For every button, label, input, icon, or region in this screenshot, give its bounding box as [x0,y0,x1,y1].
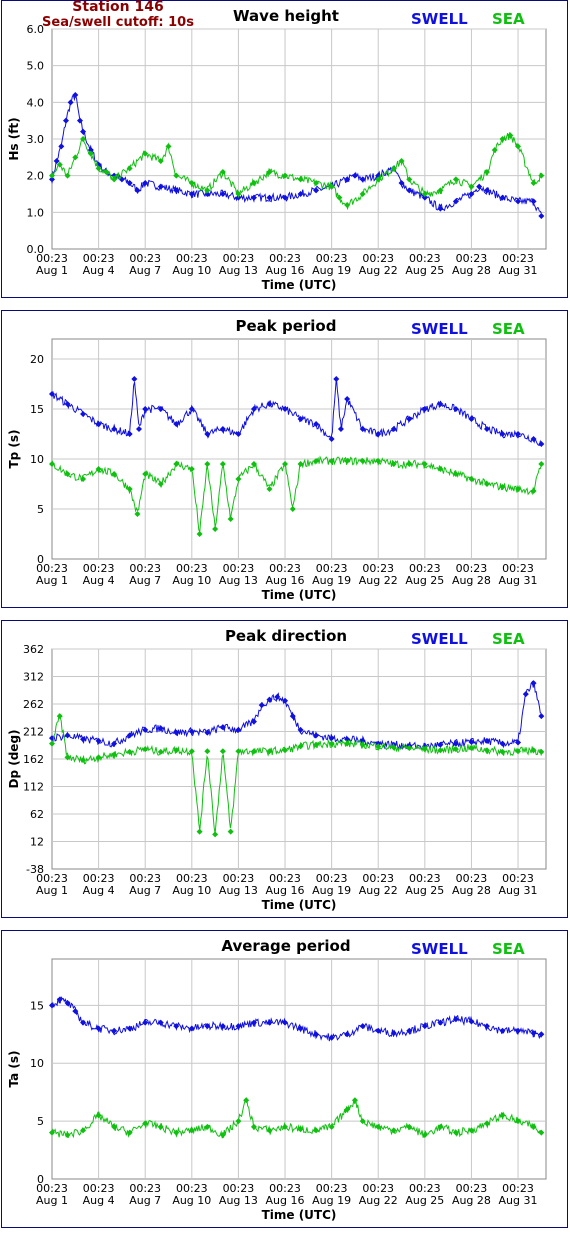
legend-swell: SWELL [411,320,468,338]
y-tick-label: 5 [37,1115,44,1128]
legend-sea: SEA [492,940,525,958]
chart-title: Average period [221,937,350,955]
x-tick-date: Aug 16 [266,264,305,277]
y-tick-label: 162 [23,753,44,766]
x-tick-date: Aug 4 [83,574,115,587]
y-tick-label: 0 [37,1173,44,1186]
chart-title: Peak period [236,317,337,335]
x-axis-label: Time (UTC) [262,1208,337,1222]
x-tick-date: Aug 22 [359,1194,398,1207]
y-tick-label: 362 [23,643,44,656]
x-tick-date: Aug 25 [405,1194,444,1207]
legend-sea: SEA [492,320,525,338]
x-tick-date: Aug 16 [266,574,305,587]
x-tick-date: Aug 22 [359,264,398,277]
y-axis-label: Tp (s) [7,429,21,468]
x-tick-date: Aug 13 [219,884,258,897]
y-tick-label: 212 [23,726,44,739]
legend-swell: SWELL [411,630,468,648]
chart-peak-period: 00:23Aug 100:23Aug 400:23Aug 700:23Aug 1… [7,317,547,602]
x-tick-date: Aug 28 [452,884,491,897]
y-tick-label: 5 [37,503,44,516]
panel-peak-period: 00:23 Aug 1 00:23 Aug 4 00:23 Aug 7 00:23 Aug 1… [1,310,568,608]
x-tick-date: Aug 10 [172,264,211,277]
chart-average-period: 00:23Aug 100:23Aug 400:23Aug 700:23Aug 1… [7,937,547,1222]
x-tick-date: Aug 25 [405,574,444,587]
chart-peak-direction: 00:23Aug 100:23Aug 400:23Aug 700:23Aug 1… [7,627,547,912]
x-tick-date: Aug 19 [312,884,351,897]
x-tick-date: Aug 13 [219,1194,258,1207]
x-axis-label: Time (UTC) [262,898,337,912]
y-tick-label: 0 [37,553,44,566]
x-tick-date: Aug 28 [452,574,491,587]
x-axis-label: Time (UTC) [262,588,337,602]
x-tick-date: Aug 22 [359,574,398,587]
x-tick-date: Aug 4 [83,1194,115,1207]
x-tick-date: Aug 10 [172,884,211,897]
y-tick-label: 4.0 [27,96,45,109]
x-tick-date: Aug 7 [129,1194,161,1207]
y-tick-label: -38 [26,863,44,876]
y-tick-label: 5.0 [27,60,45,73]
chart-title: Peak direction [225,627,347,645]
cutoff-label: Sea/swell cutoff: 10s [42,15,194,30]
chart-wave-height: 00:23Aug 100:23Aug 400:23Aug 700:23Aug 1… [7,7,547,292]
legend-swell: SWELL [411,10,468,28]
y-tick-label: 10 [30,1057,44,1070]
x-tick-date: Aug 31 [499,884,538,897]
x-tick-date: Aug 13 [219,574,258,587]
x-tick-date: Aug 19 [312,1194,351,1207]
legend-swell: SWELL [411,940,468,958]
x-tick-date: Aug 25 [405,884,444,897]
x-tick-date: Aug 1 [36,1194,68,1207]
x-tick-date: Aug 7 [129,264,161,277]
station-title: Station 146 [72,0,164,15]
y-tick-label: 20 [30,353,44,366]
x-tick-date: Aug 31 [499,1194,538,1207]
panel-average-period: 00:23 Aug 1 00:23 Aug 4 00:23 Aug 7 00:23 Aug 1… [1,930,568,1228]
chart-title: Wave height [233,7,339,25]
x-tick-date: Aug 10 [172,574,211,587]
y-axis-label: Hs (ft) [7,117,21,160]
legend-sea: SEA [492,10,525,28]
y-tick-label: 312 [23,671,44,684]
y-axis-label: Ta (s) [7,1050,21,1087]
x-tick-date: Aug 28 [452,1194,491,1207]
x-tick-date: Aug 19 [312,264,351,277]
x-tick-date: Aug 31 [499,264,538,277]
x-tick-date: Aug 1 [36,264,68,277]
x-tick-date: Aug 1 [36,884,68,897]
y-tick-label: 10 [30,453,44,466]
x-tick-date: Aug 31 [499,574,538,587]
x-tick-date: Aug 22 [359,884,398,897]
x-tick-date: Aug 7 [129,574,161,587]
y-tick-label: 262 [23,698,44,711]
x-tick-date: Aug 28 [452,264,491,277]
panel-wave-height: 00:23 Aug 1 00:23 Aug 4 00:23 Aug 7 00:23 Aug 1… [1,0,568,298]
y-tick-label: 12 [30,836,44,849]
x-tick-date: Aug 19 [312,574,351,587]
x-axis-label: Time (UTC) [262,278,337,292]
x-tick-date: Aug 4 [83,884,115,897]
x-tick-date: Aug 16 [266,884,305,897]
y-tick-label: 15 [30,403,44,416]
legend-sea: SEA [492,630,525,648]
y-axis-label: Dp (deg) [7,729,21,788]
x-tick-date: Aug 25 [405,264,444,277]
y-tick-label: 0.0 [27,243,45,256]
y-tick-label: 15 [30,999,44,1012]
y-tick-label: 2.0 [27,170,45,183]
panel-peak-direction: 00:23 Aug 1 00:23 Aug 4 00:23 Aug 7 00:23 Aug 1… [1,620,568,918]
y-tick-label: 112 [23,781,44,794]
x-tick-date: Aug 16 [266,1194,305,1207]
x-tick-date: Aug 1 [36,574,68,587]
x-tick-date: Aug 10 [172,1194,211,1207]
y-tick-label: 1.0 [27,206,45,219]
y-tick-label: 3.0 [27,133,45,146]
x-tick-date: Aug 4 [83,264,115,277]
x-tick-date: Aug 7 [129,884,161,897]
y-tick-label: 62 [30,808,44,821]
x-tick-date: Aug 13 [219,264,258,277]
